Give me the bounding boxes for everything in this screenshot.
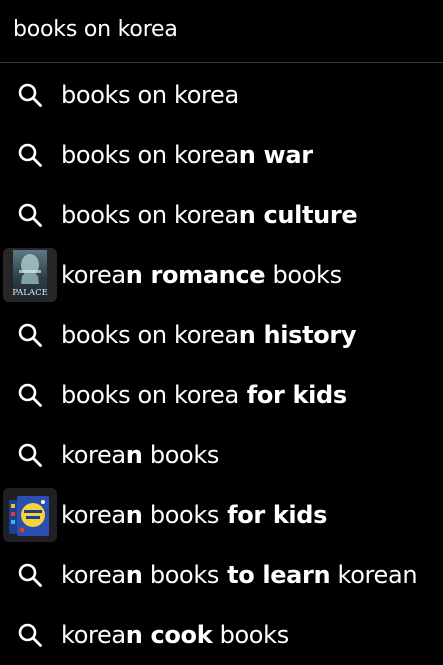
suggestion-label: korean cook books xyxy=(61,621,289,649)
suggestion-label: books on korean war xyxy=(61,141,313,169)
suggestion-item[interactable]: korean cook books xyxy=(0,605,443,665)
suggestion-label: books on korean culture xyxy=(61,201,358,229)
suggestion-item[interactable]: books on korean culture xyxy=(0,185,443,245)
suggestion-item[interactable]: korean books for kids xyxy=(0,485,443,545)
suggestion-list: books on korea books on korean war books… xyxy=(0,65,443,665)
book-cover-thumbnail: PALACE xyxy=(3,248,57,302)
suggestion-label: korean books xyxy=(61,441,220,469)
search-icon xyxy=(18,383,42,407)
search-icon xyxy=(18,143,42,167)
suggestion-item[interactable]: books on korean war xyxy=(0,125,443,185)
suggestion-item[interactable]: korean books xyxy=(0,425,443,485)
suggestion-label: books on korea xyxy=(61,81,239,109)
search-icon xyxy=(18,83,42,107)
suggestion-label: korean romance books xyxy=(61,261,342,289)
book-cover-image: PALACE xyxy=(3,248,57,302)
search-icon xyxy=(18,563,42,587)
search-icon xyxy=(18,443,42,467)
suggestion-label: books on korean history xyxy=(61,321,357,349)
suggestion-item[interactable]: korean books to learn korean xyxy=(0,545,443,605)
search-icon xyxy=(18,203,42,227)
search-icon xyxy=(18,623,42,647)
search-input[interactable] xyxy=(13,13,433,45)
book-set-image xyxy=(3,488,57,542)
suggestion-item[interactable]: books on korean history xyxy=(0,305,443,365)
suggestion-item[interactable]: books on korea for kids xyxy=(0,365,443,425)
search-bar xyxy=(0,0,443,63)
suggestion-label: korean books to learn korean xyxy=(61,561,418,589)
suggestion-label: books on korea for kids xyxy=(61,381,347,409)
search-icon xyxy=(18,323,42,347)
suggestion-label: korean books for kids xyxy=(61,501,328,529)
book-set-thumbnail xyxy=(3,488,57,542)
suggestion-item[interactable]: books on korea xyxy=(0,65,443,125)
svg-text:PALACE: PALACE xyxy=(12,288,48,298)
suggestion-item[interactable]: PALACE korean romance books xyxy=(0,245,443,305)
